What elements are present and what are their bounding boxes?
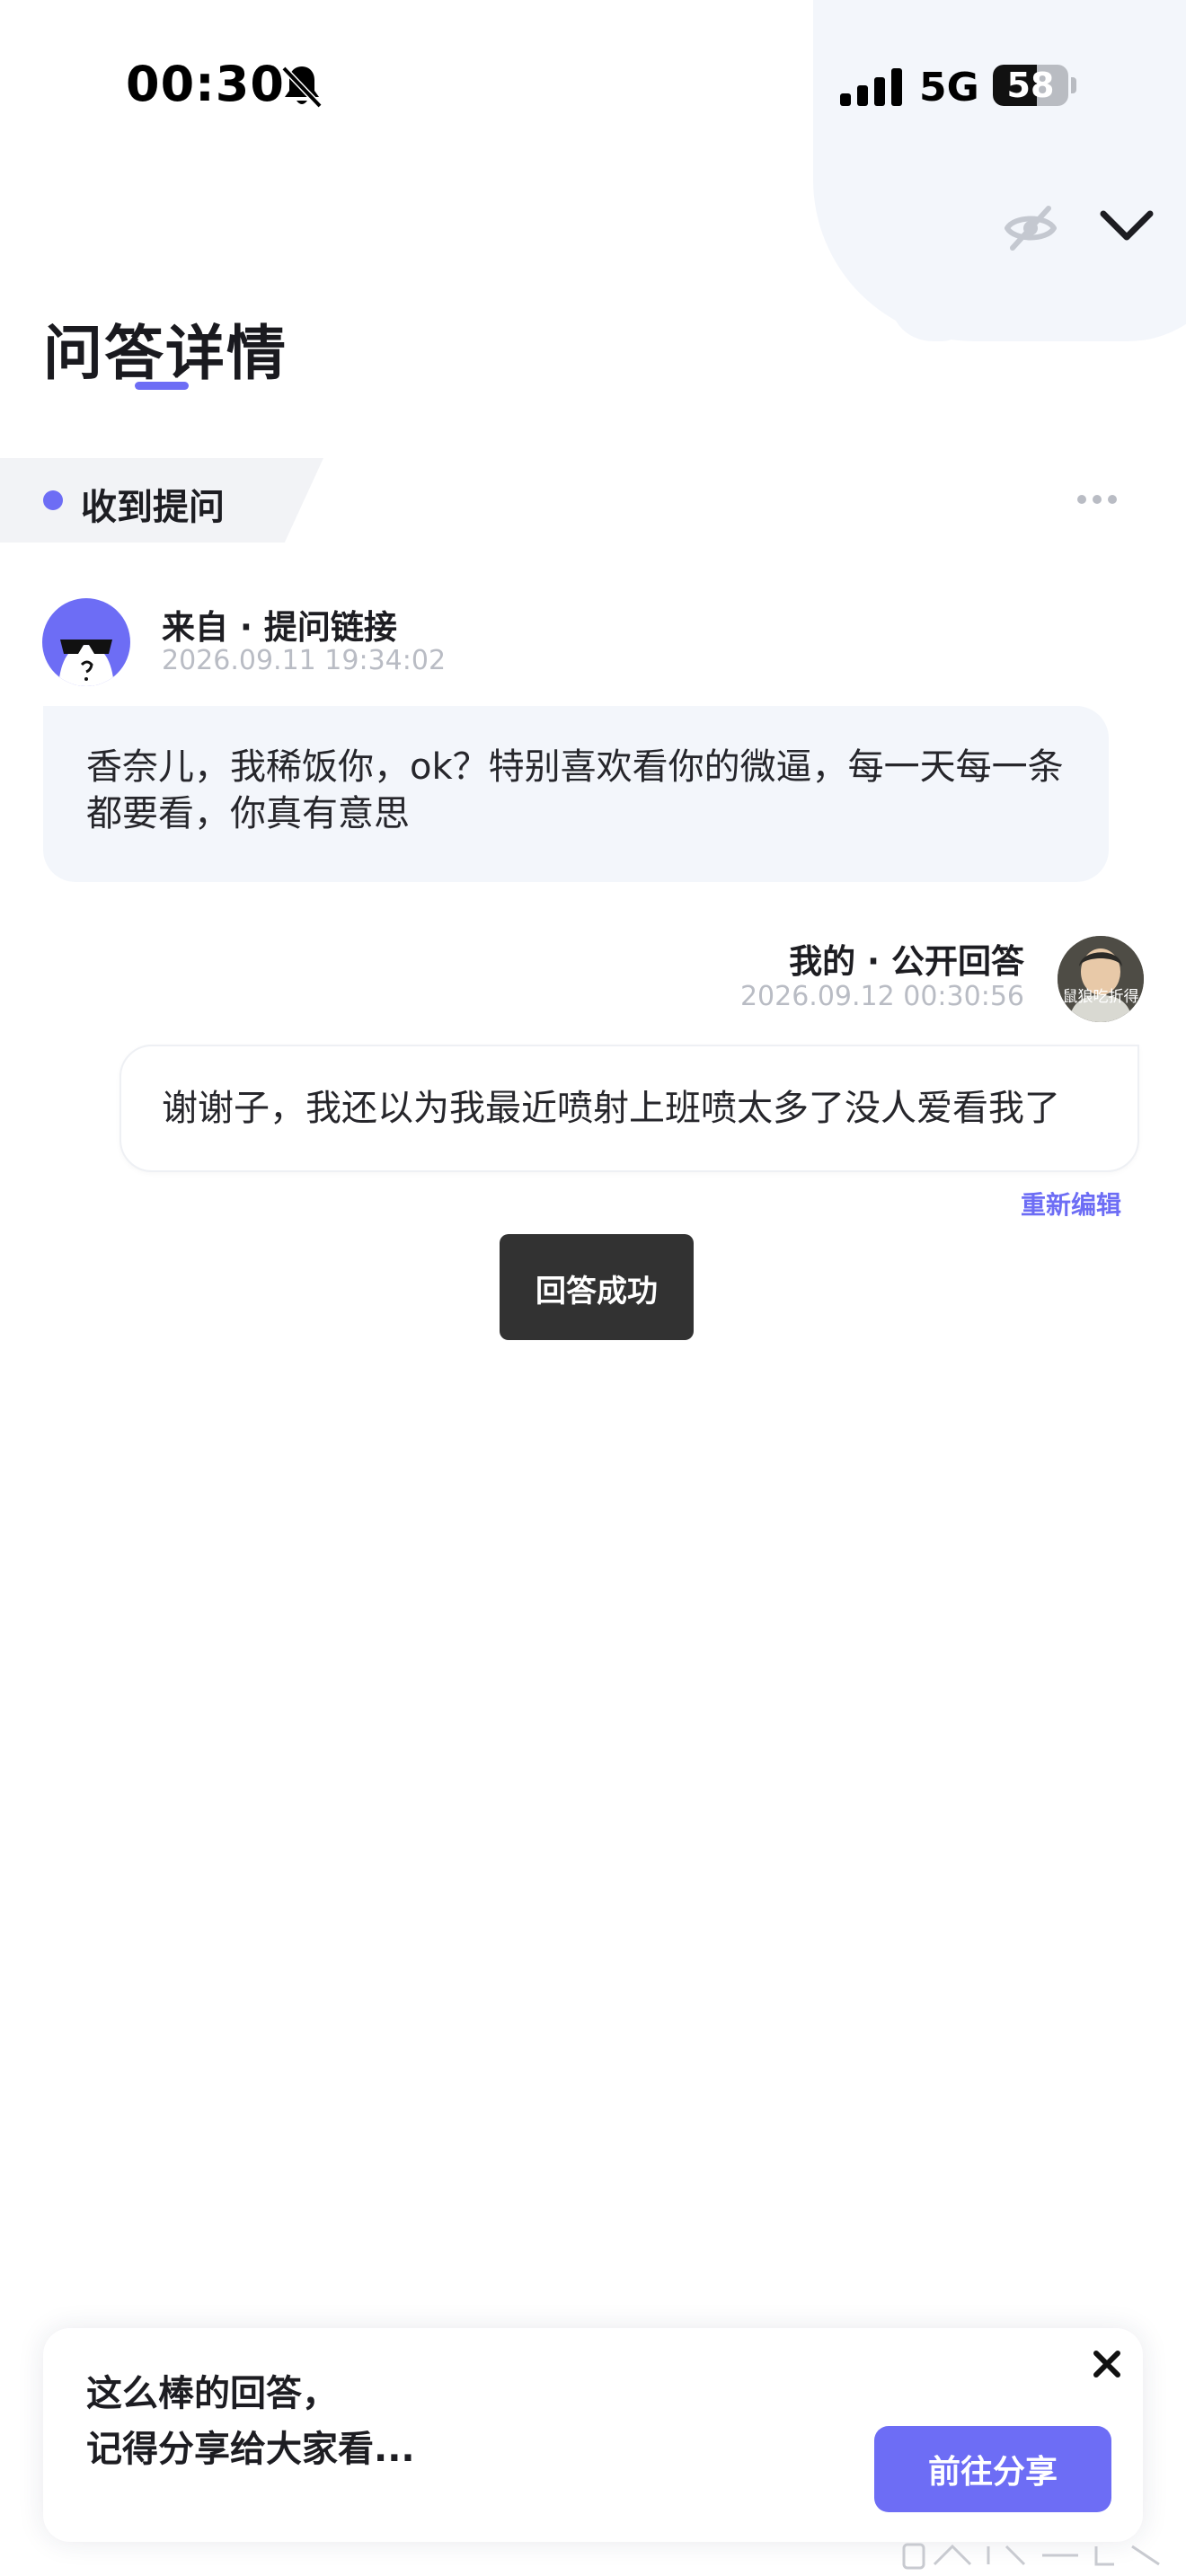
answer-time: 2026.09.12 00:30:56 — [739, 981, 1024, 1012]
toast-text: 回答成功 — [535, 1274, 658, 1310]
eye-off-icon[interactable] — [1002, 199, 1059, 257]
anonymous-sunglasses-icon — [58, 640, 114, 686]
question-time: 2026.09.11 19:34:02 — [162, 645, 447, 676]
network-type: 5G — [919, 65, 979, 110]
question-source: 来自 · 提问链接 — [162, 608, 397, 647]
close-icon[interactable] — [1092, 2349, 1122, 2379]
share-prompt-line1: 这么棒的回答， — [86, 2373, 338, 2414]
go-share-button[interactable]: 前往分享 — [874, 2426, 1111, 2512]
go-share-button-label: 前往分享 — [927, 2454, 1058, 2491]
success-toast: 回答成功 — [500, 1234, 694, 1340]
asker-avatar — [42, 598, 130, 686]
profile-photo-icon — [1058, 936, 1144, 1022]
more-dots-icon[interactable] — [1075, 492, 1120, 507]
cellular-signal-icon — [840, 68, 902, 106]
watermark-icon — [902, 2543, 1160, 2570]
reedit-link[interactable]: 重新编辑 — [1021, 1186, 1121, 1222]
question-text: 香奈儿，我稀饭你，ok？特别喜欢看你的微逼，每一天每一条都要看，你真有意思 — [86, 746, 1064, 834]
section-dot — [43, 490, 63, 510]
battery-nub — [1071, 77, 1076, 93]
status-time: 00:30 — [126, 56, 285, 112]
page-title: 问答详情 — [43, 319, 288, 388]
avatar-caption: 鼠狼吃折得 — [1062, 988, 1139, 1006]
my-avatar: 鼠狼吃折得 — [1058, 936, 1144, 1022]
section-label: 收到提问 — [81, 487, 225, 528]
answer-source: 我的 · 公开回答 — [789, 942, 1024, 981]
decorative-bubble — [813, 0, 1186, 341]
bell-muted-icon — [281, 66, 323, 109]
chevron-down-icon[interactable] — [1098, 205, 1155, 248]
battery-percent: 58 — [1006, 66, 1055, 105]
answer-text: 谢谢子，我还以为我最近喷射上班喷太多了没人爱看我了 — [162, 1088, 1060, 1129]
battery-indicator: 58 — [993, 65, 1068, 106]
title-underline — [135, 382, 189, 390]
share-prompt-line2: 记得分享给大家看... — [86, 2429, 415, 2470]
